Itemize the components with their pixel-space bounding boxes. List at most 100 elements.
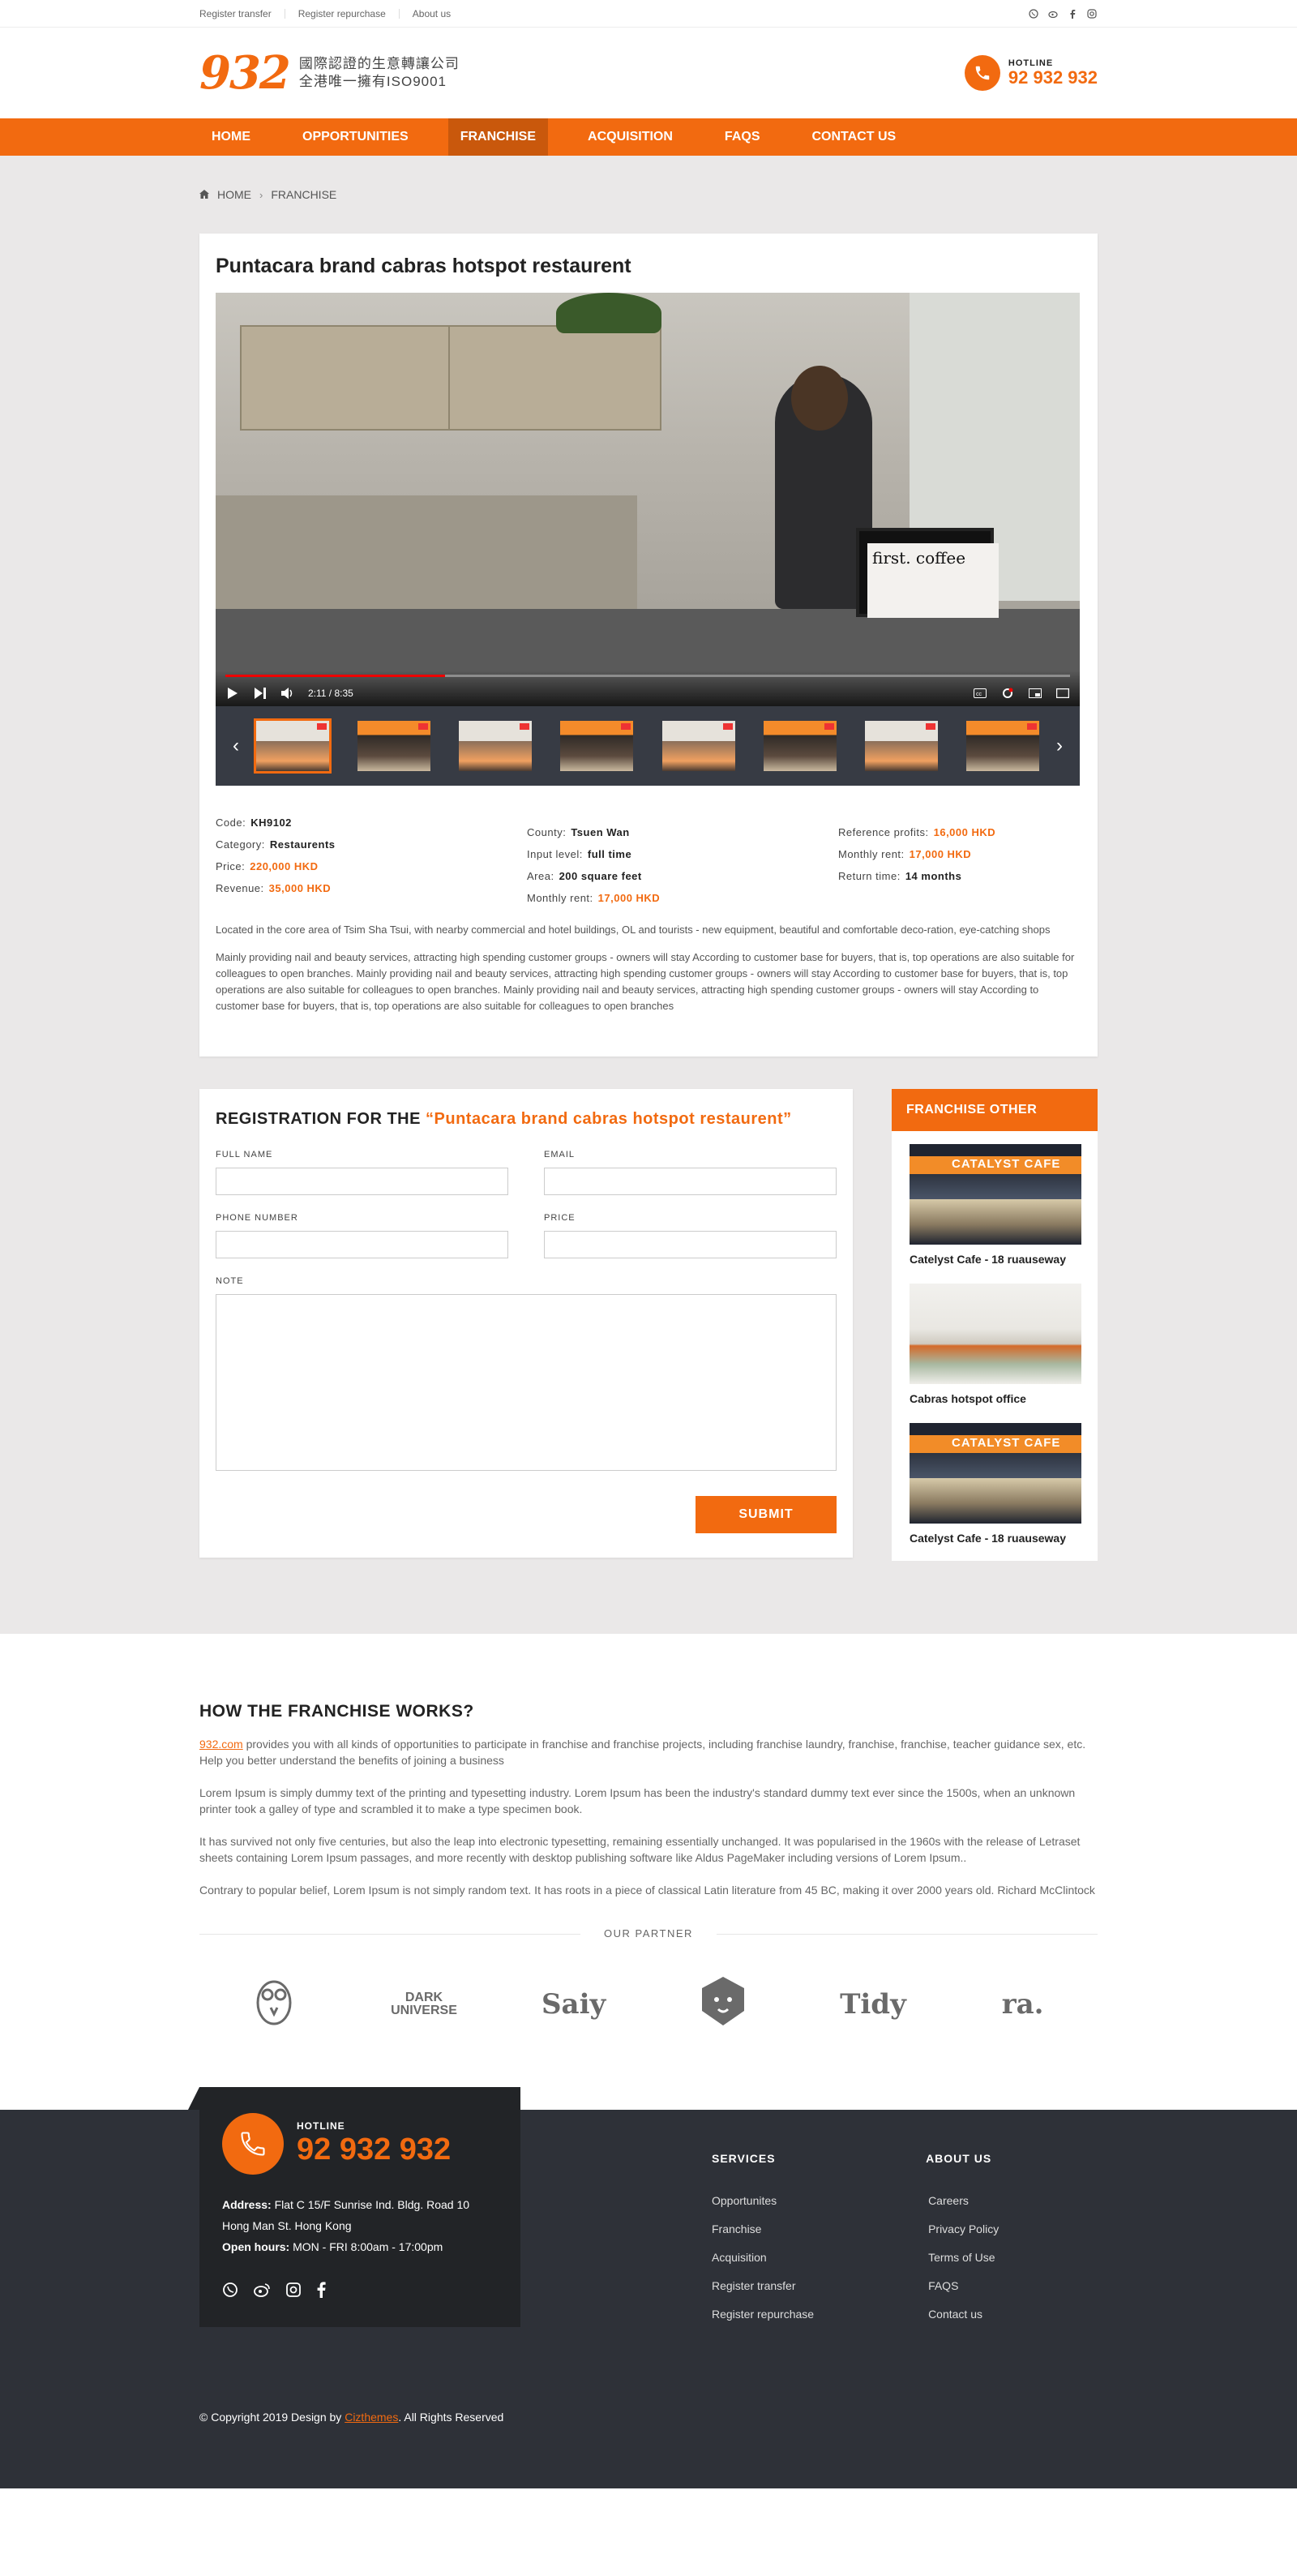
thumbnail[interactable] (864, 721, 938, 771)
lion-logo-icon[interactable] (674, 1975, 772, 2034)
registration-form: REGISTRATION FOR THE “Puntacara brand ca… (199, 1089, 853, 1558)
ra-logo[interactable]: ra. (974, 1988, 1072, 2021)
phone-number-label: PHONE NUMBER (216, 1213, 298, 1223)
whatsapp-icon[interactable] (1028, 8, 1039, 19)
instagram-icon[interactable] (285, 2282, 302, 2302)
sidebar-item-image[interactable] (910, 1284, 1081, 1384)
registration-title: REGISTRATION FOR THE “Puntacara brand ca… (216, 1110, 837, 1129)
franchise-other-sidebar: FRANCHISE OTHER CATALYST CAFE Catelyst C… (892, 1089, 1098, 1561)
reference-profits-value: 16,000 HKD (933, 826, 996, 838)
footer-contact-box: HOTLINE 92 932 932 Address: Flat C 15/F … (188, 2087, 520, 2327)
note-textarea[interactable] (216, 1294, 837, 1471)
footer-link-register-transfer[interactable]: Register transfer (712, 2279, 814, 2292)
nav-home[interactable]: HOME (199, 118, 263, 156)
footer-hotline-number[interactable]: 92 932 932 (297, 2132, 451, 2167)
revenue-value: 35,000 HKD (268, 882, 332, 894)
owl-logo-icon[interactable] (225, 1975, 323, 2034)
sidebar-item-caption[interactable]: Cabras hotspot office (910, 1392, 1081, 1405)
next-icon[interactable] (253, 687, 268, 700)
footer-link-franchise[interactable]: Franchise (712, 2222, 814, 2235)
sidebar-item-image[interactable]: CATALYST CAFE (910, 1423, 1081, 1524)
how-paragraph-2: Lorem Ipsum is simply dummy text of the … (199, 1786, 1076, 1815)
facebook-icon[interactable] (1067, 8, 1078, 19)
video-player[interactable]: 2:11 / 8:35 cc (216, 293, 1080, 706)
email-input[interactable] (544, 1168, 837, 1195)
sidebar-item-image[interactable]: CATALYST CAFE (910, 1144, 1081, 1245)
footer-link-careers[interactable]: Careers (928, 2194, 999, 2207)
logo-line-1: 國際認證的生意轉讓公司 (298, 56, 460, 71)
description-paragraph-1: Located in the core area of Tsim Sha Tsu… (216, 924, 1051, 936)
sidebar-item-caption[interactable]: Catelyst Cafe - 18 ruauseway (910, 1253, 1081, 1266)
video-frame-monitor (856, 528, 999, 618)
monthly-rent-label-2: Monthly rent: (838, 848, 905, 860)
footer-link-acquisition[interactable]: Acquisition (712, 2251, 814, 2264)
volume-icon[interactable] (280, 687, 295, 700)
thumbnail[interactable] (357, 721, 431, 771)
fullscreen-icon[interactable] (1055, 687, 1070, 700)
registration-title-highlight: “Puntacara brand cabras hotspot restaure… (426, 1110, 792, 1128)
footer-link-privacy-policy[interactable]: Privacy Policy (928, 2222, 999, 2235)
top-link-register-transfer[interactable]: Register transfer (199, 9, 285, 19)
listing-details: Code: KH9102 Category: Restaurents Price: 2… (216, 817, 1081, 914)
captions-icon[interactable]: cc (973, 687, 987, 700)
footer-social (222, 2282, 498, 2302)
county-value: Tsuen Wan (571, 826, 630, 838)
instagram-icon[interactable] (1086, 8, 1098, 19)
chevron-left-icon[interactable]: ‹ (224, 735, 248, 757)
miniplayer-icon[interactable] (1028, 687, 1042, 700)
video-progress-bar[interactable] (225, 675, 1070, 677)
site-link[interactable]: 932.com (199, 1738, 243, 1751)
footer-link-opportunities[interactable]: Opportunites (712, 2194, 814, 2207)
category-value: Restaurents (269, 838, 336, 851)
tidy-logo[interactable]: Tidy (824, 1988, 922, 2021)
full-name-input[interactable] (216, 1168, 508, 1195)
thumbnail[interactable] (965, 721, 1039, 771)
price-field-label: PRICE (544, 1213, 576, 1223)
nav-contact-us[interactable]: CONTACT US (799, 118, 908, 156)
nav-faqs[interactable]: FAQS (713, 118, 773, 156)
thumbnail[interactable] (661, 721, 735, 771)
sidebar-item[interactable]: CATALYST CAFE Catelyst Cafe - 18 ruausew… (910, 1144, 1081, 1266)
chevron-right-icon[interactable]: › (1047, 735, 1072, 757)
nav-franchise[interactable]: FRANCHISE (447, 118, 549, 156)
top-link-register-repurchase[interactable]: Register repurchase (285, 9, 400, 19)
topbar: Register transfer Register repurchase Ab… (0, 0, 1297, 28)
footer-link-register-repurchase[interactable]: Register repurchase (712, 2308, 814, 2321)
site-logo[interactable]: 932 國際認證的生意轉讓公司 全港唯一擁有ISO9001 (199, 50, 460, 96)
phone-number-input[interactable] (216, 1231, 508, 1258)
video-time: 2:11 / 8:35 (308, 688, 353, 699)
footer-link-terms-of-use[interactable]: Terms of Use (928, 2251, 999, 2264)
breadcrumb: HOME › FRANCHISE (199, 156, 1098, 234)
weibo-icon[interactable] (1047, 8, 1059, 19)
nav-acquisition[interactable]: ACQUISITION (576, 118, 685, 156)
header: 932 國際認證的生意轉讓公司 全港唯一擁有ISO9001 HOTLINE 92… (0, 28, 1297, 118)
home-icon[interactable] (199, 188, 209, 201)
svg-text:cc: cc (976, 692, 982, 697)
thumbnail[interactable] (763, 721, 837, 771)
sidebar-item[interactable]: CATALYST CAFE Catelyst Cafe - 18 ruausew… (910, 1423, 1081, 1545)
breadcrumb-home[interactable]: HOME (217, 188, 251, 201)
top-link-about-us[interactable]: About us (400, 9, 464, 19)
settings-icon[interactable] (1000, 687, 1015, 700)
price-input[interactable] (544, 1231, 837, 1258)
facebook-icon[interactable] (316, 2282, 326, 2302)
dark-universe-logo[interactable]: DARK UNIVERSE (375, 1991, 473, 2017)
header-hotline[interactable]: HOTLINE 92 932 932 (964, 55, 1098, 91)
sidebar-item[interactable]: Cabras hotspot office (910, 1284, 1081, 1405)
address-label: Address: (222, 2198, 272, 2211)
thumbnail[interactable] (254, 718, 332, 774)
nav-opportunities[interactable]: OPPORTUNITIES (290, 118, 421, 156)
footer-link-faqs[interactable]: FAQS (928, 2279, 999, 2292)
copyright-brand-link[interactable]: Cizthemes (345, 2411, 398, 2424)
footer-link-contact-us[interactable]: Contact us (928, 2308, 999, 2321)
how-paragraph-4: Contrary to popular belief, Lorem Ipsum … (199, 1884, 1095, 1897)
whatsapp-icon[interactable] (222, 2282, 238, 2302)
full-name-label: FULL NAME (216, 1150, 273, 1159)
thumbnail[interactable] (560, 721, 634, 771)
play-icon[interactable] (225, 687, 240, 700)
weibo-icon[interactable] (253, 2282, 271, 2302)
thumbnail[interactable] (459, 721, 533, 771)
submit-button[interactable]: SUBMIT (696, 1496, 837, 1533)
sidebar-item-caption[interactable]: Catelyst Cafe - 18 ruauseway (910, 1532, 1081, 1545)
saiy-logo[interactable]: Saiy (525, 1988, 623, 2021)
